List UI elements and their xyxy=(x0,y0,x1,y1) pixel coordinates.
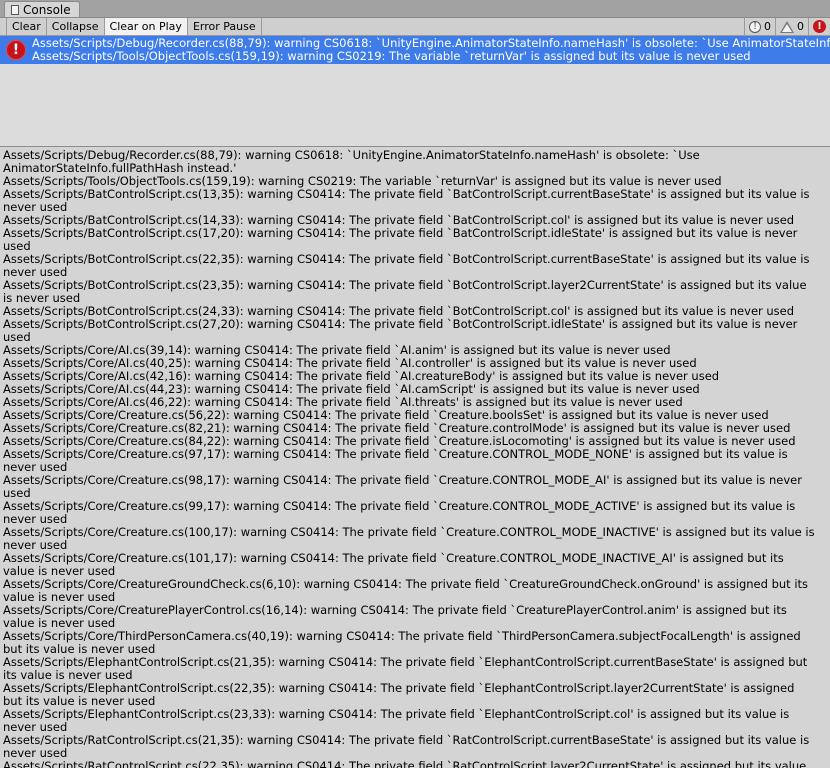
log-detail-panel[interactable]: Assets/Scripts/Debug/Recorder.cs(88,79):… xyxy=(0,147,830,768)
log-detail-line: Assets/Scripts/Core/Creature.cs(99,17): … xyxy=(3,499,799,526)
info-filter-button[interactable]: ! 0 xyxy=(744,18,775,35)
log-entry-selected[interactable]: ! Assets/Scripts/Debug/Recorder.cs(88,79… xyxy=(0,36,830,64)
console-tab-icon xyxy=(11,4,19,15)
log-entry-text: Assets/Scripts/Debug/Recorder.cs(88,79):… xyxy=(32,37,830,63)
log-detail-text: Assets/Scripts/Debug/Recorder.cs(88,79):… xyxy=(0,147,830,768)
log-detail-line: Assets/Scripts/Core/Creature.cs(101,17):… xyxy=(3,551,788,578)
console-log-list[interactable]: ! Assets/Scripts/Debug/Recorder.cs(88,79… xyxy=(0,36,830,147)
log-detail-line: Assets/Scripts/BotControlScript.cs(27,20… xyxy=(3,317,802,344)
log-detail-line: Assets/Scripts/RatControlScript.cs(22,35… xyxy=(3,759,807,768)
log-detail-line: Assets/Scripts/Core/Creature.cs(98,17): … xyxy=(3,473,806,500)
log-detail-line: Assets/Scripts/ElephantControlScript.cs(… xyxy=(3,655,811,682)
tab-console-label: Console xyxy=(23,2,71,17)
log-detail-line: Assets/Scripts/Debug/Recorder.cs(88,79):… xyxy=(3,148,704,175)
log-entry-line-2: Assets/Scripts/Tools/ObjectTools.cs(159,… xyxy=(32,49,751,63)
log-detail-line: Assets/Scripts/BotControlScript.cs(22,35… xyxy=(3,252,814,279)
log-detail-line: Assets/Scripts/RatControlScript.cs(21,35… xyxy=(3,733,813,760)
error-icon: ! xyxy=(6,40,26,60)
warning-icon xyxy=(780,20,794,33)
log-detail-line: Assets/Scripts/Core/CreaturePlayerContro… xyxy=(3,603,791,630)
info-count: 0 xyxy=(764,20,771,33)
log-detail-line: Assets/Scripts/ElephantControlScript.cs(… xyxy=(3,681,799,708)
log-detail-line: Assets/Scripts/Core/Creature.cs(97,17): … xyxy=(3,447,792,474)
console-toolbar: Clear Collapse Clear on Play Error Pause… xyxy=(0,18,830,36)
info-icon: ! xyxy=(749,20,761,33)
log-detail-line: Assets/Scripts/Core/ThirdPersonCamera.cs… xyxy=(3,629,805,656)
tab-console[interactable]: Console xyxy=(4,1,80,17)
log-detail-line: Assets/Scripts/BatControlScript.cs(13,35… xyxy=(3,187,814,214)
log-detail-line: Assets/Scripts/BatControlScript.cs(17,20… xyxy=(3,226,802,253)
tab-bar: Console xyxy=(0,0,830,18)
error-pause-button[interactable]: Error Pause xyxy=(188,18,262,35)
log-detail-line: Assets/Scripts/BotControlScript.cs(23,35… xyxy=(3,278,811,305)
collapse-button[interactable]: Collapse xyxy=(47,18,105,35)
log-detail-line: Assets/Scripts/Core/CreatureGroundCheck.… xyxy=(3,577,812,604)
clear-on-play-button[interactable]: Clear on Play xyxy=(104,18,188,35)
log-detail-line: Assets/Scripts/ElephantControlScript.cs(… xyxy=(3,707,793,734)
error-filter-button[interactable]: ! xyxy=(808,18,830,35)
warning-count: 0 xyxy=(797,20,804,33)
log-detail-line: Assets/Scripts/Core/Creature.cs(100,17):… xyxy=(3,525,819,552)
clear-button[interactable]: Clear xyxy=(6,18,47,35)
log-filter-group: ! 0 0 ! xyxy=(744,18,830,35)
warning-filter-button[interactable]: 0 xyxy=(775,18,808,35)
error-icon: ! xyxy=(813,20,826,33)
